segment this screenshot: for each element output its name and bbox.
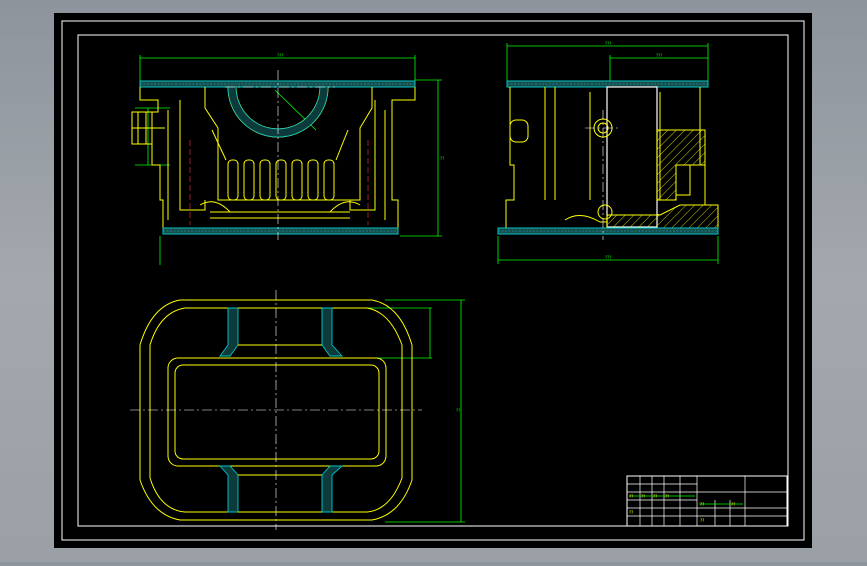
title-cell-3: ?? xyxy=(653,494,657,499)
title-cell-2: ?? xyxy=(641,494,645,499)
side-width-dimension: ??? xyxy=(605,41,611,46)
cad-viewport: ??? ?? ??? ??? ??? ?? ?? ?? ?? ?? ?? ?? … xyxy=(0,0,867,562)
title-cell-8: ?? xyxy=(700,518,704,523)
front-width-dimension: ??? xyxy=(277,53,283,58)
title-cell-1: ?? xyxy=(629,494,633,499)
title-cell-5: ?? xyxy=(700,502,704,507)
title-cell-6: ?? xyxy=(731,502,735,507)
side-inner-dimension: ??? xyxy=(656,53,662,58)
title-cell-7: ?? xyxy=(629,510,633,515)
side-bottom-dimension: ??? xyxy=(605,255,611,260)
front-height-dimension: ?? xyxy=(440,156,444,161)
top-height-dimension: ?? xyxy=(456,408,460,413)
title-cell-4: ?? xyxy=(665,494,669,499)
drawing-sheet xyxy=(54,13,812,548)
drawing-canvas: ??? ?? ??? ??? ??? ?? ?? ?? ?? ?? ?? ?? … xyxy=(54,13,812,548)
